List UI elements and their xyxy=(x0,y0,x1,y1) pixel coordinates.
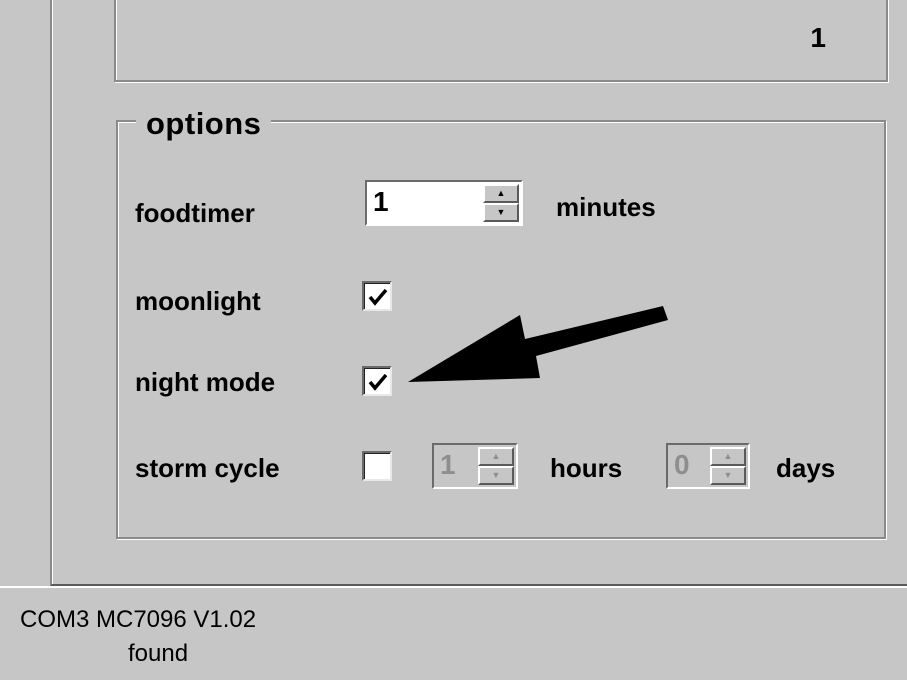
status-device: COM3 MC7096 V1.02 xyxy=(20,606,257,633)
app-window: 1 options foodtimer 1 ▲ ▼ minutes moonli… xyxy=(0,0,907,680)
status-found: found xyxy=(128,640,189,667)
pointer-arrow-icon xyxy=(408,306,668,382)
